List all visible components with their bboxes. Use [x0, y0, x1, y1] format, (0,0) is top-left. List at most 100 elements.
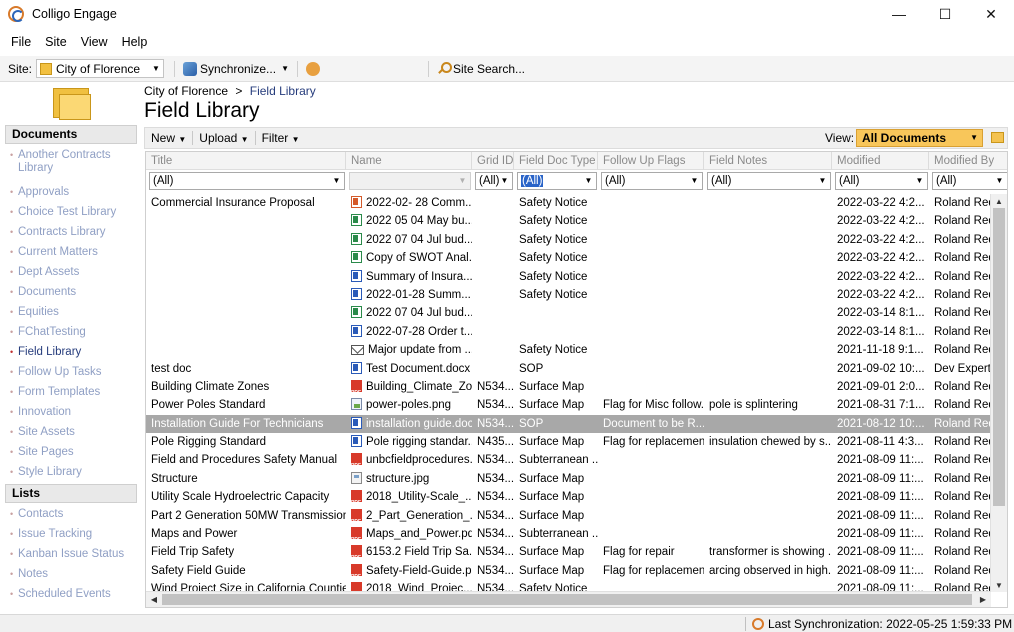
breadcrumb-root[interactable]: City of Florence	[144, 84, 228, 98]
table-row[interactable]: Safety Field Guide Safety-Field-Guide.pdf…	[146, 562, 991, 580]
filter-grid-id[interactable]: (All) ▼	[475, 172, 513, 190]
table-row[interactable]: 2022 07 04 Jul bud... Safety Notice 2022-0…	[146, 231, 991, 249]
file-name[interactable]: 6153.2 Field Trip Sa...	[366, 546, 472, 558]
sidebar-item-innovation[interactable]: Innovation	[10, 406, 138, 419]
table-row[interactable]: Part 2 Generation 50MW Transmission 2_Par…	[146, 507, 991, 525]
filter-modified[interactable]: (All) ▼	[835, 172, 928, 190]
file-name[interactable]: installation guide.docx	[366, 418, 472, 430]
sidebar-item-fchattesting[interactable]: FChatTesting	[10, 326, 138, 339]
sidebar-item-site-pages[interactable]: Site Pages	[10, 446, 138, 459]
chevron-down-icon[interactable]: ▼	[993, 174, 1006, 188]
file-name[interactable]: structure.jpg	[366, 473, 429, 485]
vertical-scrollbar[interactable]: ▲ ▼	[990, 194, 1007, 592]
table-row[interactable]: 2022 07 04 Jul bud... 2022-03-14 8:1... Ro…	[146, 304, 991, 322]
file-name[interactable]: Building_Climate_Zo...	[366, 381, 472, 393]
column-header-field-notes[interactable]: Field Notes	[704, 152, 832, 170]
site-selector[interactable]: City of Florence ▼	[36, 59, 165, 78]
column-header-modified[interactable]: Modified	[832, 152, 929, 170]
new-button[interactable]: New ▼	[151, 131, 186, 145]
table-row[interactable]: Field and Procedures Safety Manual unbcfi…	[146, 451, 991, 469]
file-name[interactable]: power-poles.png	[366, 399, 451, 411]
lists-header[interactable]: Lists	[5, 484, 137, 503]
chevron-down-icon[interactable]: ▼	[281, 64, 289, 73]
menu-help[interactable]: Help	[115, 35, 155, 49]
scroll-up-icon[interactable]: ▲	[991, 194, 1007, 208]
sidebar-item-equities[interactable]: Equities	[10, 306, 138, 319]
sidebar-item-issue-tracking[interactable]: Issue Tracking	[10, 528, 138, 541]
table-row[interactable]: Utility Scale Hydroelectric Capacity 2018…	[146, 488, 991, 506]
file-name[interactable]: unbcfieldprocedures...	[366, 454, 472, 466]
scroll-right-icon[interactable]: ▶	[975, 592, 991, 607]
chevron-down-icon[interactable]: ▼	[330, 174, 343, 188]
close-button[interactable]: ✕	[968, 0, 1014, 28]
horizontal-scrollbar[interactable]: ◀ ▶	[146, 591, 991, 607]
table-row[interactable]: Maps and Power Maps_and_Power.pdf N534... S…	[146, 525, 991, 543]
chevron-down-icon[interactable]: ▼	[498, 174, 511, 188]
chevron-down-icon[interactable]: ▼	[456, 174, 469, 188]
table-row[interactable]: Power Poles Standard power-poles.png N534.…	[146, 396, 991, 414]
chevron-down-icon[interactable]: ▼	[149, 60, 163, 77]
minimize-button[interactable]: —	[876, 0, 922, 28]
filter-field-notes[interactable]: (All) ▼	[707, 172, 831, 190]
filter-modified-by[interactable]: (All) ▼	[932, 172, 1007, 190]
column-header-grid-id[interactable]: Grid ID	[472, 152, 514, 170]
table-row[interactable]: Pole Rigging Standard Pole rigging standa…	[146, 433, 991, 451]
scroll-left-icon[interactable]: ◀	[146, 592, 162, 607]
chevron-down-icon[interactable]: ▼	[816, 174, 829, 188]
menu-file[interactable]: File	[4, 35, 38, 49]
filter-button[interactable]: Filter ▼	[262, 131, 300, 145]
sidebar-item-current-matters[interactable]: Current Matters	[10, 246, 138, 259]
table-row[interactable]: Structure structure.jpg N534... Surface Map…	[146, 470, 991, 488]
sidebar-item-documents[interactable]: Documents	[10, 286, 138, 299]
maximize-button[interactable]: ☐	[922, 0, 968, 28]
file-name[interactable]: 2022-01-28 Summ...	[366, 289, 471, 301]
table-row[interactable]: Summary of Insura... Safety Notice 2022-03…	[146, 268, 991, 286]
filter-follow-up-flags[interactable]: (All) ▼	[601, 172, 703, 190]
site-search-button[interactable]: Site Search...	[433, 62, 529, 76]
file-name[interactable]: 2_Part_Generation_...	[366, 510, 472, 522]
table-row[interactable]: 2022 05 04 May bu... Safety Notice 2022-03…	[146, 212, 991, 230]
chevron-down-icon[interactable]: ▼	[913, 174, 926, 188]
synchronize-button[interactable]: Synchronize... ▼	[179, 61, 293, 76]
sidebar-item-contacts[interactable]: Contacts	[10, 508, 138, 521]
file-name[interactable]: 2018_Utility-Scale_...	[366, 491, 472, 503]
sidebar-item-site-assets[interactable]: Site Assets	[10, 426, 138, 439]
table-row[interactable]: Building Climate Zones Building_Climate_Z…	[146, 378, 991, 396]
table-row[interactable]: Major update from ... Safety Notice 2021-1…	[146, 341, 991, 359]
table-row[interactable]: test doc Test Document.docx SOP 2021-09-02 …	[146, 360, 991, 378]
table-row[interactable]: Field Trip Safety 6153.2 Field Trip Sa...…	[146, 543, 991, 561]
file-name[interactable]: Safety-Field-Guide.pdf	[366, 565, 472, 577]
sidebar-item-form-templates[interactable]: Form Templates	[10, 386, 138, 399]
scroll-thumb[interactable]	[993, 208, 1005, 506]
file-name[interactable]: Maps_and_Power.pdf	[366, 528, 472, 540]
sidebar-item-style-library[interactable]: Style Library	[10, 466, 138, 479]
column-header-field-doc-type[interactable]: Field Doc Type	[514, 152, 598, 170]
file-name[interactable]: Pole rigging standar...	[366, 436, 472, 448]
sidebar-item-notes[interactable]: Notes	[10, 568, 138, 581]
file-name[interactable]: 2022 07 04 Jul bud...	[366, 234, 472, 246]
view-selector[interactable]: All Documents ▼	[856, 129, 983, 147]
file-name[interactable]: Summary of Insura...	[366, 271, 472, 283]
filter-title[interactable]: (All) ▼	[149, 172, 345, 190]
column-header-modified-by[interactable]: Modified By	[929, 152, 1007, 170]
sidebar-item-kanban-issue-status[interactable]: Kanban Issue Status	[10, 548, 138, 561]
sidebar-item-choice-test-library[interactable]: Choice Test Library	[10, 206, 138, 219]
sidebar-item-field-library[interactable]: Field Library	[10, 346, 138, 359]
column-header-follow-up-flags[interactable]: Follow Up Flags	[598, 152, 704, 170]
sidebar-item-follow-up-tasks[interactable]: Follow Up Tasks	[10, 366, 138, 379]
column-header-name[interactable]: Name	[346, 152, 472, 170]
menu-site[interactable]: Site	[38, 35, 74, 49]
file-name[interactable]: 2022 07 04 Jul bud...	[366, 307, 472, 319]
table-row[interactable]: Copy of SWOT Anal... Safety Notice 2022-03…	[146, 249, 991, 267]
chevron-down-icon[interactable]: ▼	[688, 174, 701, 188]
sidebar-item-another-contracts-library[interactable]: Another Contracts Library	[10, 149, 138, 175]
file-name[interactable]: 2022-07-28 Order t...	[366, 326, 472, 338]
chevron-down-icon[interactable]: ▼	[582, 174, 595, 188]
documents-header[interactable]: Documents	[5, 125, 137, 144]
breadcrumb-current[interactable]: Field Library	[250, 84, 316, 98]
sidebar-item-contracts-library[interactable]: Contracts Library	[10, 226, 138, 239]
view-options-icon[interactable]	[991, 132, 1004, 143]
file-name[interactable]: 2022 05 04 May bu...	[366, 215, 472, 227]
sidebar-item-dept-assets[interactable]: Dept Assets	[10, 266, 138, 279]
table-row[interactable]: 2022-01-28 Summ... Safety Notice 2022-03-2…	[146, 286, 991, 304]
